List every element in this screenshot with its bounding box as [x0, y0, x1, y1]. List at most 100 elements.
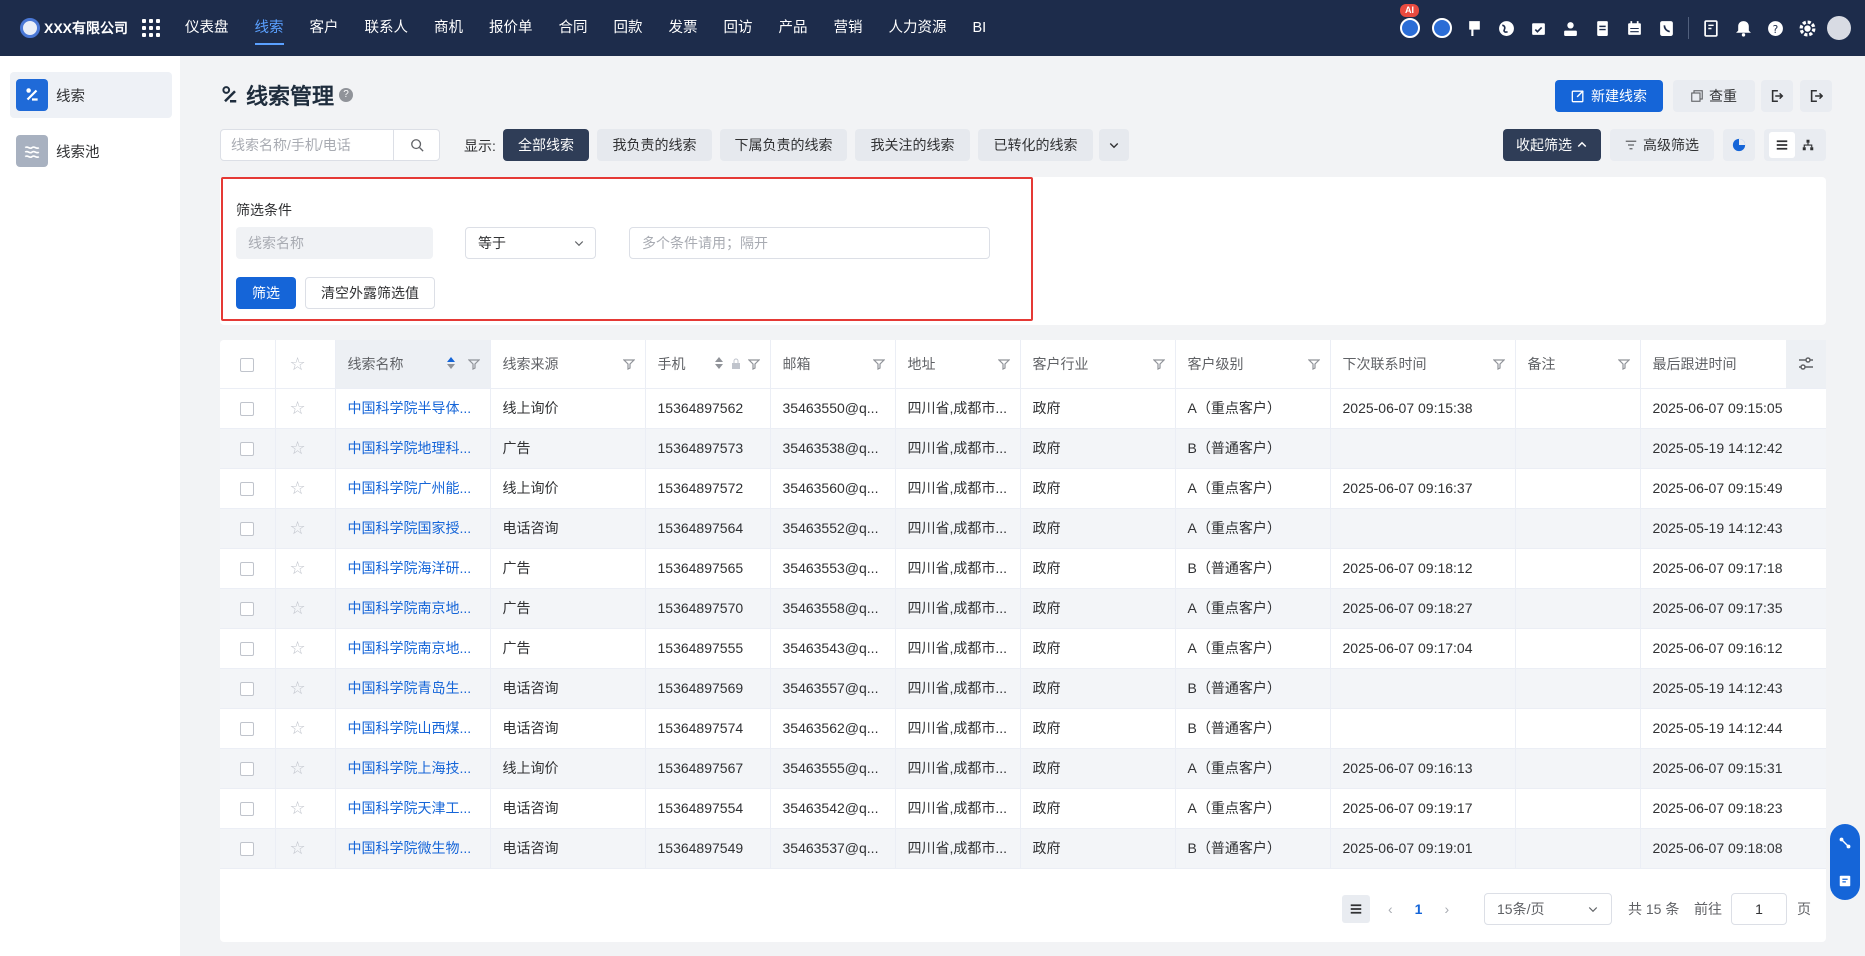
star-icon[interactable]: ☆	[290, 558, 306, 578]
advanced-filter-button[interactable]: 高级筛选	[1610, 129, 1714, 161]
row-checkbox[interactable]	[240, 562, 254, 577]
cell-lead-name[interactable]: 中国科学院广州能...	[335, 468, 491, 509]
company-logo[interactable]: XXX有限公司	[20, 18, 128, 38]
nav-item-hr[interactable]: 人力资源	[876, 0, 960, 56]
share-icon[interactable]	[1838, 836, 1852, 850]
app-grid-icon[interactable]	[142, 19, 161, 37]
help-icon[interactable]: ?	[339, 88, 354, 102]
globe-button[interactable]	[1490, 0, 1522, 56]
nav-item-opportunities[interactable]: 商机	[421, 0, 476, 56]
apply-filter-button[interactable]: 筛选	[236, 277, 296, 309]
star-icon[interactable]: ☆	[290, 518, 306, 538]
table-row[interactable]: ☆ 中国科学院南京地... 广告 15364897555 35463543@q... 四川…	[220, 628, 1826, 669]
clear-filter-button[interactable]: 清空外露筛选值	[305, 277, 435, 309]
cell-lead-name[interactable]: 中国科学院地理科...	[335, 428, 491, 469]
chip-converted-leads[interactable]: 已转化的线索	[978, 129, 1093, 161]
col-header-mobile[interactable]: 手机	[645, 340, 771, 389]
filter-value-input[interactable]: 多个条件请用；隔开	[629, 227, 990, 259]
chart-view-button[interactable]	[1723, 129, 1755, 161]
goto-page-input[interactable]: 1	[1731, 893, 1787, 925]
col-header-lead-name[interactable]: 线索名称	[335, 340, 491, 389]
prev-page-button[interactable]: ‹	[1388, 901, 1393, 917]
current-page[interactable]: 1	[1415, 901, 1423, 917]
col-header-address[interactable]: 地址	[895, 340, 1021, 389]
row-checkbox[interactable]	[240, 522, 254, 537]
column-filter-icon[interactable]	[1307, 358, 1320, 370]
tree-view-button[interactable]	[1795, 132, 1821, 158]
document-button[interactable]	[1586, 0, 1618, 56]
phone-button[interactable]	[1650, 0, 1682, 56]
column-filter-icon[interactable]	[997, 358, 1010, 370]
filter-operator-select[interactable]: 等于	[465, 227, 596, 259]
nav-item-contracts[interactable]: 合同	[546, 0, 601, 56]
new-lead-button[interactable]: 新建线索	[1555, 80, 1663, 112]
column-filter-icon[interactable]	[872, 358, 885, 370]
table-row[interactable]: ☆ 中国科学院国家授... 电话咨询 15364897564 35463552@q...…	[220, 508, 1826, 549]
select-all-checkbox[interactable]	[240, 357, 254, 372]
sidebar-item-lead-pool[interactable]: 线索池	[10, 128, 172, 174]
table-row[interactable]: ☆ 中国科学院山西煤... 电话咨询 15364897574 35463562@q...…	[220, 708, 1826, 749]
help-button[interactable]: ?	[1759, 0, 1791, 56]
cell-lead-name[interactable]: 中国科学院南京地...	[335, 588, 491, 629]
col-header-industry[interactable]: 客户行业	[1020, 340, 1176, 389]
ai-assistant-button[interactable]: AI	[1394, 0, 1426, 56]
column-filter-icon[interactable]	[747, 358, 760, 370]
chip-followed-leads[interactable]: 我关注的线索	[855, 129, 970, 161]
chat-button[interactable]	[1426, 0, 1458, 56]
nav-item-invoices[interactable]: 发票	[656, 0, 711, 56]
cell-lead-name[interactable]: 中国科学院国家授...	[335, 508, 491, 549]
col-header-source[interactable]: 线索来源	[490, 340, 646, 389]
nav-item-contacts[interactable]: 联系人	[352, 0, 422, 56]
star-icon[interactable]: ☆	[290, 478, 306, 498]
row-checkbox[interactable]	[240, 802, 254, 817]
row-checkbox[interactable]	[240, 482, 254, 497]
table-row[interactable]: ☆ 中国科学院青岛生... 电话咨询 15364897569 35463557@q...…	[220, 668, 1826, 709]
sort-icon[interactable]	[446, 356, 456, 370]
import-button[interactable]	[1761, 80, 1793, 112]
star-icon[interactable]: ☆	[290, 598, 306, 618]
row-checkbox[interactable]	[240, 442, 254, 457]
dedupe-button[interactable]: 查重	[1673, 80, 1755, 112]
nav-item-quotes[interactable]: 报价单	[476, 0, 546, 56]
column-filter-icon[interactable]	[1152, 358, 1165, 370]
avatar[interactable]	[1827, 16, 1851, 40]
row-checkbox[interactable]	[240, 642, 254, 657]
star-icon[interactable]: ☆	[290, 798, 306, 818]
nav-item-bi[interactable]: BI	[960, 0, 1000, 56]
row-checkbox[interactable]	[240, 402, 254, 417]
cell-lead-name[interactable]: 中国科学院青岛生...	[335, 668, 491, 709]
settings-button[interactable]	[1791, 0, 1823, 56]
table-row[interactable]: ☆ 中国科学院微生物... 电话咨询 15364897549 35463537@q...…	[220, 828, 1826, 869]
table-row[interactable]: ☆ 中国科学院上海技... 线上询价 15364897567 35463555@q...…	[220, 748, 1826, 789]
nav-item-dashboard[interactable]: 仪表盘	[172, 0, 242, 56]
table-row[interactable]: ☆ 中国科学院南京地... 广告 15364897570 35463558@q... 四川…	[220, 588, 1826, 629]
row-checkbox[interactable]	[240, 722, 254, 737]
flag-button[interactable]	[1458, 0, 1490, 56]
cell-lead-name[interactable]: 中国科学院上海技...	[335, 748, 491, 789]
table-row[interactable]: ☆ 中国科学院广州能... 线上询价 15364897572 35463560@q...…	[220, 468, 1826, 509]
table-row[interactable]: ☆ 中国科学院海洋研... 广告 15364897565 35463553@q... 四川…	[220, 548, 1826, 589]
table-row[interactable]: ☆ 中国科学院地理科... 广告 15364897573 35463538@q... 四川…	[220, 428, 1826, 469]
column-filter-icon[interactable]	[467, 358, 480, 370]
column-filter-icon[interactable]	[622, 358, 635, 370]
next-page-button[interactable]: ›	[1444, 901, 1449, 917]
col-header-remark[interactable]: 备注	[1515, 340, 1641, 389]
star-icon[interactable]: ☆	[290, 638, 306, 658]
collapse-filter-button[interactable]: 收起筛选	[1503, 129, 1601, 161]
chip-all-leads[interactable]: 全部线索	[503, 129, 589, 161]
nav-item-customers[interactable]: 客户	[297, 0, 352, 56]
calendar-button[interactable]	[1618, 0, 1650, 56]
row-checkbox[interactable]	[240, 842, 254, 857]
star-icon[interactable]: ☆	[290, 678, 306, 698]
nav-item-products[interactable]: 产品	[766, 0, 821, 56]
list-view-button[interactable]	[1769, 132, 1795, 158]
col-header-email[interactable]: 邮箱	[770, 340, 896, 389]
cell-lead-name[interactable]: 中国科学院微生物...	[335, 828, 491, 869]
filter-field-select[interactable]: 线索名称	[236, 227, 433, 259]
star-icon[interactable]: ☆	[290, 838, 306, 858]
column-filter-icon[interactable]	[1617, 358, 1630, 370]
notification-button[interactable]	[1727, 0, 1759, 56]
notes-icon[interactable]	[1838, 874, 1852, 888]
table-row[interactable]: ☆ 中国科学院天津工... 电话咨询 15364897554 35463542@q...…	[220, 788, 1826, 829]
star-icon[interactable]: ☆	[290, 758, 306, 778]
